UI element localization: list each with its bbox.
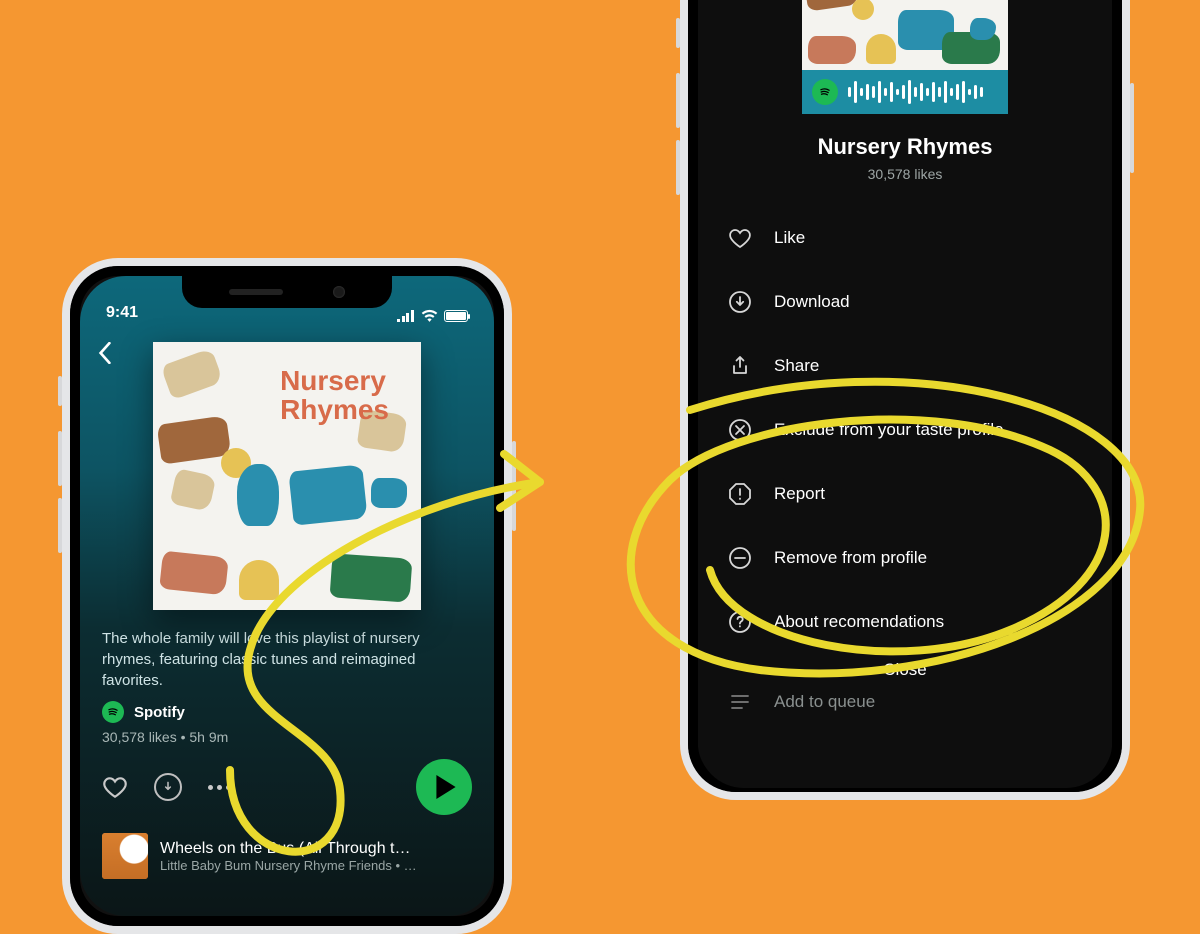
side-button [58, 376, 62, 406]
menu-item-report[interactable]: Report [698, 462, 1112, 526]
side-button [676, 18, 680, 48]
back-button[interactable] [98, 342, 112, 369]
remove-icon [728, 546, 752, 570]
menu-label: About recomendations [774, 612, 944, 632]
status-time: 9:41 [106, 304, 138, 322]
menu-label: Exclude from your taste profile [774, 420, 1004, 440]
close-button[interactable]: Close [698, 660, 1112, 680]
queue-icon [728, 690, 752, 714]
menu-item-like[interactable]: Like [698, 206, 1112, 270]
menu-label: Add to queue [774, 692, 875, 712]
menu-label: Remove from profile [774, 548, 927, 568]
side-button [676, 73, 680, 128]
battery-icon [444, 310, 468, 322]
track-title: Wheels on the Bus (All Through t… [160, 840, 417, 858]
playlist-screen: 9:41 [80, 276, 494, 916]
context-menu: Like Download Share Exclude from your ta… [698, 206, 1112, 734]
menu-item-about[interactable]: About recomendations [698, 590, 1112, 654]
menu-item-remove[interactable]: Remove from profile [698, 526, 1112, 590]
notch [182, 276, 392, 308]
playlist-cover[interactable]: Nursery Rhymes [153, 342, 421, 610]
download-button[interactable] [154, 773, 182, 801]
exclude-icon [728, 418, 752, 442]
report-icon [728, 482, 752, 506]
menu-label: Like [774, 228, 805, 248]
track-row[interactable]: Wheels on the Bus (All Through t… Little… [80, 815, 494, 879]
signal-icon [397, 310, 415, 322]
menu-item-exclude[interactable]: Exclude from your taste profile [698, 398, 1112, 462]
track-art [102, 833, 148, 879]
spotify-logo-icon [102, 701, 124, 723]
menu-label: Share [774, 356, 819, 376]
share-icon [728, 354, 752, 378]
context-menu-screen: Nursery Rhymes 30,578 likes Like Downloa… [698, 0, 1112, 788]
menu-label: Download [774, 292, 850, 312]
side-button [676, 140, 680, 195]
context-menu-title: Nursery Rhymes [698, 134, 1112, 160]
menu-label: Report [774, 484, 825, 504]
wifi-icon [421, 309, 438, 322]
side-button [58, 431, 62, 486]
side-button [512, 441, 516, 531]
more-button[interactable] [208, 785, 231, 790]
spotify-logo-icon [812, 79, 838, 105]
by-label: Spotify [134, 704, 185, 721]
side-button [1130, 83, 1134, 173]
menu-item-queue[interactable]: Add to queue [698, 680, 1112, 734]
phone-left: 9:41 [62, 258, 512, 934]
menu-item-share[interactable]: Share [698, 334, 1112, 398]
playlist-description: The whole family will love this playlist… [80, 610, 494, 691]
cover-title: Nursery Rhymes [280, 366, 389, 425]
context-menu-cover [802, 0, 1008, 114]
side-button [58, 498, 62, 553]
download-icon [728, 290, 752, 314]
like-button[interactable] [102, 774, 128, 800]
spotify-code-icon [848, 80, 998, 104]
playlist-meta: 30,578 likes • 5h 9m [80, 723, 494, 745]
track-artist: Little Baby Bum Nursery Rhyme Friends • … [160, 858, 417, 873]
menu-item-download[interactable]: Download [698, 270, 1112, 334]
phone-right: Nursery Rhymes 30,578 likes Like Downloa… [680, 0, 1130, 800]
playlist-byline[interactable]: Spotify [80, 691, 494, 723]
question-icon [728, 610, 752, 634]
play-button[interactable] [416, 759, 472, 815]
heart-icon [728, 226, 752, 250]
context-menu-likes: 30,578 likes [698, 166, 1112, 182]
